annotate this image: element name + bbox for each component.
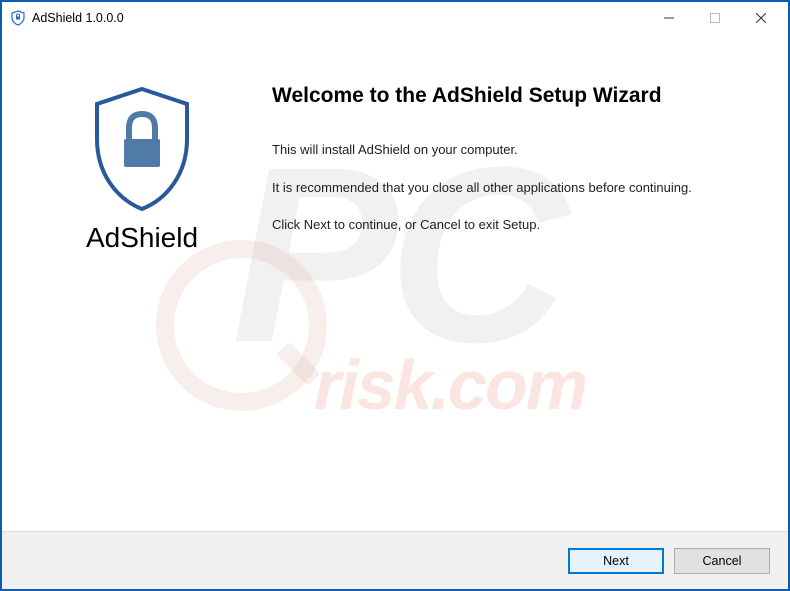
shield-icon [87,84,197,214]
app-icon [10,10,26,26]
titlebar: AdShield 1.0.0.0 [2,2,788,34]
close-button[interactable] [738,3,784,33]
minimize-button[interactable] [646,3,692,33]
app-name-label: AdShield [86,222,198,254]
installer-window: AdShield 1.0.0.0 PC risk.com AdShield [0,0,790,591]
maximize-button [692,3,738,33]
content-area: PC risk.com AdShield Welcome to the AdSh… [2,34,788,531]
intro-text-2: It is recommended that you close all oth… [272,178,748,198]
next-button[interactable]: Next [568,548,664,574]
intro-text-3: Click Next to continue, or Cancel to exi… [272,215,748,235]
window-title: AdShield 1.0.0.0 [32,11,646,25]
main-panel: Welcome to the AdShield Setup Wizard Thi… [262,34,788,531]
page-title: Welcome to the AdShield Setup Wizard [272,84,748,108]
footer: Next Cancel [2,531,788,589]
cancel-button[interactable]: Cancel [674,548,770,574]
window-controls [646,2,784,34]
intro-text-1: This will install AdShield on your compu… [272,140,748,160]
sidebar: AdShield [2,34,262,531]
